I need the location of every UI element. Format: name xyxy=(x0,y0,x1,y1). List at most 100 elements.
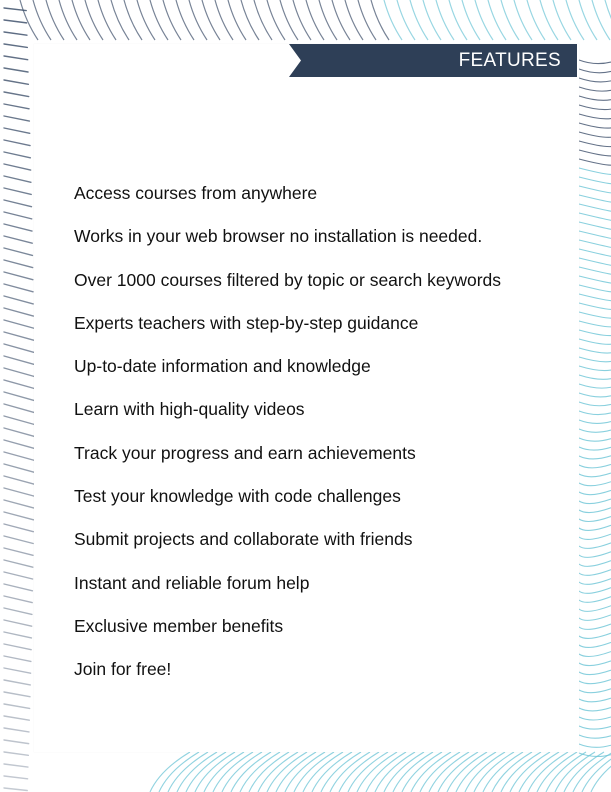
decorative-stroke xyxy=(329,751,371,792)
decorative-stroke xyxy=(578,392,611,398)
feature-item: Exclusive member benefits xyxy=(74,615,284,636)
feature-item: Test your knowledge with code challenges xyxy=(74,486,401,507)
decorative-stroke xyxy=(578,578,611,585)
decorative-stroke xyxy=(578,560,611,567)
decorative-stroke xyxy=(578,248,611,257)
decorative-stroke xyxy=(3,583,34,592)
decorative-stroke xyxy=(578,140,611,148)
decorative-stroke xyxy=(578,632,611,639)
decorative-stroke xyxy=(578,113,611,120)
decorative-stroke xyxy=(194,751,236,792)
decorative-stroke xyxy=(3,787,28,792)
decorative-stroke xyxy=(3,523,35,533)
decorative-stroke xyxy=(3,487,35,497)
decorative-stroke xyxy=(3,43,29,49)
decorative-stroke xyxy=(578,212,611,221)
decorative-stroke xyxy=(578,401,611,407)
decorative-stroke xyxy=(410,751,452,792)
decorative-stroke xyxy=(578,59,611,65)
decorative-stroke xyxy=(578,498,611,505)
features-list: Access courses from anywhere Works in yo… xyxy=(74,172,501,692)
decorative-stroke xyxy=(365,751,407,792)
decorative-stroke xyxy=(3,631,33,639)
decorative-stroke xyxy=(221,751,263,792)
decorative-stroke xyxy=(3,571,34,580)
decorative-stroke xyxy=(578,734,611,739)
feature-item: Join for free! xyxy=(74,659,172,680)
decorative-stroke xyxy=(578,524,611,531)
decorative-stroke xyxy=(578,614,611,621)
decorative-stroke xyxy=(3,247,34,257)
decorative-stroke xyxy=(3,643,32,651)
decorative-stroke xyxy=(3,751,30,757)
decorative-stroke xyxy=(3,175,32,183)
decorative-stroke xyxy=(149,751,191,792)
decorative-stroke xyxy=(578,77,611,83)
decorative-stroke xyxy=(3,103,30,110)
feature-item: Works in your web browser no installatio… xyxy=(74,226,483,247)
decorative-stroke xyxy=(578,221,611,230)
decorative-stroke xyxy=(3,139,31,147)
decorative-stroke xyxy=(3,667,32,674)
decorative-stroke xyxy=(578,446,611,451)
decorative-stroke xyxy=(578,707,611,712)
banner-title: FEATURES xyxy=(458,50,561,71)
decorative-stroke xyxy=(446,751,488,792)
feature-item: Up-to-date information and knowledge xyxy=(74,356,371,377)
decorative-stroke xyxy=(3,163,32,171)
decorative-stroke xyxy=(578,410,611,416)
decorative-stroke xyxy=(578,131,611,138)
feature-item: Learn with high-quality videos xyxy=(74,399,305,420)
decorative-stroke xyxy=(578,678,611,685)
decorative-stroke xyxy=(284,751,326,792)
decorative-stroke xyxy=(437,751,479,792)
decorative-stroke xyxy=(578,660,611,667)
decorative-stroke xyxy=(578,275,611,284)
decorative-stroke xyxy=(167,751,209,792)
decorative-stroke xyxy=(3,19,28,24)
decorative-stroke xyxy=(3,331,35,341)
decorative-stroke xyxy=(578,596,611,603)
decorative-stroke xyxy=(578,266,611,275)
decorative-stroke xyxy=(3,91,30,98)
decorative-stroke xyxy=(578,194,611,203)
decorative-stroke xyxy=(578,374,611,380)
decorative-stroke xyxy=(482,751,524,792)
decorative-stroke xyxy=(3,211,33,220)
decorative-stroke xyxy=(578,437,611,442)
feature-item: Access courses from anywhere xyxy=(74,183,318,203)
decorative-stroke xyxy=(302,751,344,792)
decorative-stroke xyxy=(578,419,611,424)
decorative-stroke xyxy=(578,365,611,372)
decorative-stroke xyxy=(3,463,35,473)
decorative-stroke xyxy=(3,319,35,329)
decorative-stroke xyxy=(3,151,32,159)
decorative-stroke xyxy=(578,587,611,594)
decorative-stroke xyxy=(578,347,611,354)
feature-item: Over 1000 courses filtered by topic or s… xyxy=(74,269,501,290)
decorative-stroke xyxy=(3,367,35,378)
decorative-stroke xyxy=(3,715,31,721)
feature-item: Submit projects and collaborate with fri… xyxy=(74,529,413,550)
decorative-stroke xyxy=(419,751,461,792)
decorative-stroke xyxy=(3,379,35,390)
decorative-stroke xyxy=(3,595,33,604)
decorative-stroke xyxy=(578,86,611,92)
decorative-stroke xyxy=(401,751,443,792)
decorative-stroke xyxy=(392,751,434,792)
decorative-stroke xyxy=(203,751,245,792)
decorative-stroke xyxy=(578,542,611,549)
decorative-stroke xyxy=(578,203,611,212)
decorative-stroke xyxy=(578,293,611,302)
decorative-stroke xyxy=(3,451,35,461)
decorative-stroke xyxy=(3,223,33,232)
decorative-stroke xyxy=(3,391,35,402)
decorative-stroke xyxy=(536,751,578,792)
decorative-stroke xyxy=(578,428,611,433)
decorative-stroke xyxy=(578,122,611,129)
decorative-stroke xyxy=(3,343,35,353)
decorative-stroke xyxy=(230,751,272,792)
decorative-stroke xyxy=(185,751,227,792)
decorative-stroke xyxy=(3,739,30,745)
decorative-stroke xyxy=(578,302,611,310)
